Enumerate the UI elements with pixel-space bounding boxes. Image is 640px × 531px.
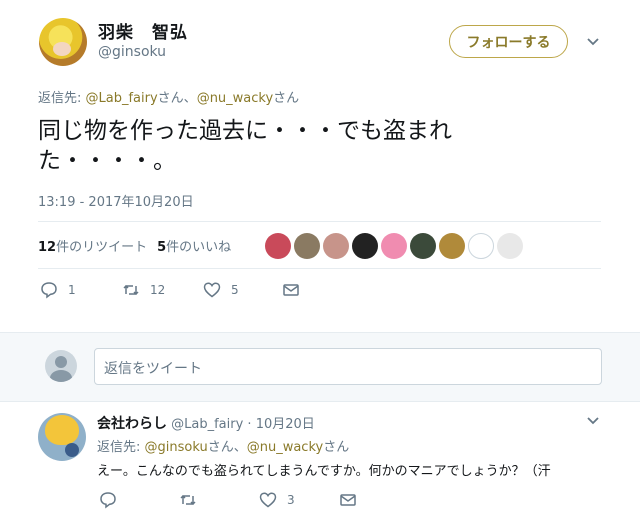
reply-icon <box>41 282 57 299</box>
reply-tweet[interactable]: 会社わらし @Lab_fairy · 10月20日 返信先: @ginsokuさ… <box>0 402 640 531</box>
mail-icon <box>283 284 299 296</box>
retweet-action[interactable]: 12 <box>122 281 203 299</box>
heart-icon <box>259 492 277 508</box>
user-avatar[interactable] <box>39 18 87 66</box>
like-action-count: 3 <box>287 493 295 507</box>
reply-to-prefix: 返信先: <box>97 440 145 455</box>
like-action-count: 5 <box>231 283 239 297</box>
heart-icon <box>203 282 221 298</box>
retweet-action[interactable] <box>179 491 259 509</box>
reply-to-user-link[interactable]: @Lab_fairy <box>86 91 158 106</box>
user-handle[interactable]: @ginsoku <box>98 44 166 60</box>
tweet-stats: 12件のリツイート 5件のいいね <box>38 236 231 255</box>
reply-input[interactable]: 返信をツイート <box>94 348 602 385</box>
retweet-icon <box>180 494 196 506</box>
reply-count: 1 <box>68 283 76 297</box>
mail-icon <box>340 494 356 506</box>
chevron-down-icon[interactable] <box>585 412 601 428</box>
reply-to-prefix: 返信先: <box>38 91 86 106</box>
liker-avatar[interactable] <box>410 233 436 259</box>
dm-action[interactable] <box>282 281 300 299</box>
follow-button[interactable]: フォローする <box>449 25 568 58</box>
liker-avatar[interactable] <box>265 233 291 259</box>
reply-handle[interactable]: @Lab_fairy <box>171 417 243 432</box>
chevron-down-icon[interactable] <box>585 33 601 49</box>
reply-display-name[interactable]: 会社わらし <box>97 416 167 432</box>
reply-actions: 3 <box>99 491 357 509</box>
liker-avatar[interactable] <box>439 233 465 259</box>
like-stat[interactable]: 5件のいいね <box>157 240 231 255</box>
reply-action[interactable]: 1 <box>40 281 122 299</box>
reply-to-suffix: さん <box>323 440 350 455</box>
liker-avatar[interactable] <box>352 233 378 259</box>
retweet-icon <box>123 284 139 296</box>
reply-to-user-link[interactable]: @nu_wacky <box>247 440 323 455</box>
retweet-count: 12 <box>38 240 57 255</box>
reply-date[interactable]: 10月20日 <box>256 417 315 432</box>
reply-to-line: 返信先: @Lab_fairyさん、@nu_wackyさん <box>38 87 299 106</box>
main-tweet: 羽柴 智弘 @ginsoku フォローする 返信先: @Lab_fairyさん、… <box>0 0 640 332</box>
tweet-text-line: 同じ物を作った過去に・・・でも盗まれ <box>38 118 452 144</box>
reply-to-user-link[interactable]: @ginsoku <box>145 440 208 455</box>
retweet-stat[interactable]: 12件のリツイート <box>38 240 147 255</box>
reply-icon <box>100 492 116 509</box>
reply-to-suffix: さん <box>273 91 300 106</box>
tweet-timestamp[interactable]: 13:19 - 2017年10月20日 <box>38 191 194 210</box>
display-name[interactable]: 羽柴 智弘 <box>98 18 188 43</box>
liker-avatar[interactable] <box>323 233 349 259</box>
divider <box>38 268 601 269</box>
like-action[interactable]: 3 <box>259 491 339 509</box>
dm-action[interactable] <box>339 491 357 509</box>
liker-avatar[interactable] <box>468 233 494 259</box>
retweet-action-count: 12 <box>150 283 166 297</box>
like-count: 5 <box>157 240 167 255</box>
like-action[interactable]: 5 <box>203 281 282 299</box>
liker-avatar[interactable] <box>497 233 523 259</box>
tweet-text: 同じ物を作った過去に・・・でも盗まれ た・・・・。 <box>38 116 558 176</box>
reply-composer: 返信をツイート <box>0 332 640 402</box>
tweet-text-line: た・・・・。 <box>38 148 176 174</box>
reply-to-mid: さん、 <box>157 91 197 106</box>
liker-avatar[interactable] <box>294 233 320 259</box>
divider <box>38 221 601 222</box>
likers-avatars <box>265 233 523 259</box>
reply-header: 会社わらし @Lab_fairy · 10月20日 <box>97 413 315 433</box>
reply-to-mid: さん、 <box>207 440 247 455</box>
liker-avatar[interactable] <box>381 233 407 259</box>
own-avatar <box>45 350 77 382</box>
reply-to-user-link[interactable]: @nu_wacky <box>197 91 273 106</box>
reply-to-line: 返信先: @ginsokuさん、@nu_wackyさん <box>97 436 349 455</box>
like-label: 件のいいね <box>166 240 232 255</box>
tweet-actions: 1 12 5 <box>40 281 300 299</box>
reply-action[interactable] <box>99 491 179 509</box>
reply-text: えー。こんなのでも盗られてしまうんですか。何かのマニアでしょうか？（汗 <box>97 464 551 479</box>
retweet-label: 件のリツイート <box>56 240 148 255</box>
reply-user-avatar[interactable] <box>38 413 86 461</box>
separator-dot: · <box>243 417 256 432</box>
